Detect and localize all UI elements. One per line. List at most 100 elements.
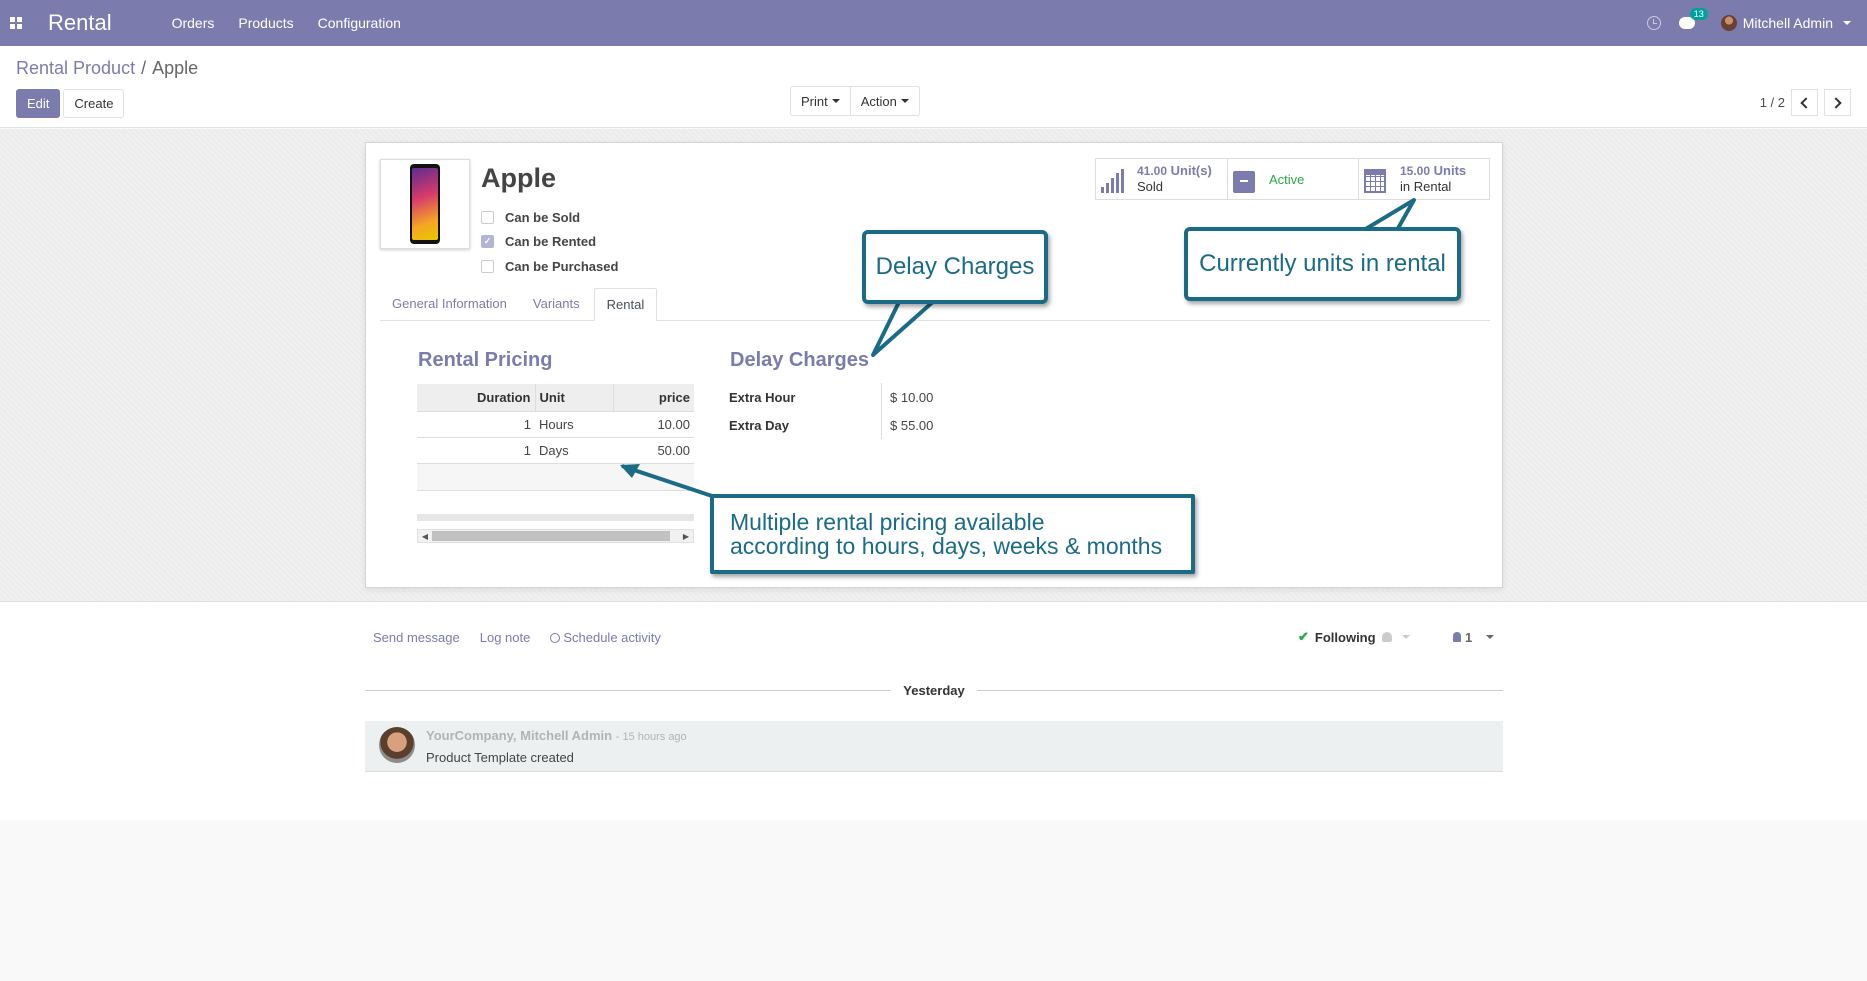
tab-general-information[interactable]: General Information [380,288,519,320]
can-be-rented-checkbox[interactable]: ✓ [481,235,494,249]
horizontal-scrollbar[interactable]: ◀ ▶ [417,529,694,543]
pager-previous-button[interactable] [1791,89,1818,116]
tab-rental[interactable]: Rental [593,288,658,321]
chevron-down-icon [900,99,909,103]
systray: 13 Mitchell Admin [1646,8,1867,31]
bar-chart-icon [1101,165,1129,193]
archive-icon-wrap [1233,165,1261,193]
schedule-activity-button[interactable]: Schedule activity [550,630,661,645]
user-avatar [1720,15,1737,31]
breadcrumb-separator: / [141,58,147,78]
active-label: Active [1269,171,1305,187]
chevron-down-icon[interactable] [1401,635,1410,639]
menu-configuration[interactable]: Configuration [306,0,413,46]
table-footer-bar [417,514,694,521]
user-name: Mitchell Admin [1742,15,1833,31]
chatter-message: YourCompany, Mitchell Admin - 15 hours a… [365,721,1503,772]
extra-hour-value[interactable]: $ 10.00 [881,383,933,411]
log-note-button[interactable]: Log note [480,630,531,645]
avatar[interactable] [379,727,415,763]
top-navbar: Rental Orders Products Configuration 13 … [0,0,1867,46]
phone-image [410,164,440,244]
pager-next-button[interactable] [1824,89,1851,116]
apps-grid-icon[interactable] [0,0,32,46]
create-button[interactable]: Create [63,89,125,118]
send-message-button[interactable]: Send message [373,630,460,645]
extra-day-value[interactable]: $ 55.00 [881,411,933,439]
multi-pricing-line2: according to hours, days, weeks & months [730,533,1163,559]
duration-cell: 1 [417,436,535,463]
person-icon [1453,632,1461,642]
price-cell: 50.00 [613,436,694,463]
extra-day-label: Extra Day [729,417,789,433]
app-title[interactable]: Rental [48,10,112,36]
tab-variants[interactable]: Variants [521,288,592,320]
chevron-down-icon [1486,635,1495,639]
pager-value[interactable]: 1 / 2 [1760,95,1785,110]
scrollbar-thumb[interactable] [432,531,670,541]
active-toggle-button[interactable]: Active [1227,159,1358,199]
product-name[interactable]: Apple [481,163,556,194]
sold-value: 41.00 [1137,164,1168,178]
print-dropdown[interactable]: Print [790,86,851,116]
user-menu[interactable]: Mitchell Admin [1720,15,1851,31]
messaging-menu[interactable]: 13 [1678,8,1708,29]
extra-day-row: Extra Day $ 55.00 [729,411,933,439]
form-buttons: Edit Create [16,89,125,118]
check-icon: ✔ [1298,629,1309,644]
breadcrumb-current: Apple [152,58,199,78]
calendar-icon-wrap [1364,165,1392,193]
can-be-purchased-label: Can be Purchased [505,258,619,274]
followers-count: 1 [1465,629,1473,645]
price-cell: 10.00 [613,410,694,437]
column-price[interactable]: price [612,384,694,411]
action-dropdown[interactable]: Action [850,86,920,116]
message-author-name[interactable]: YourCompany, Mitchell Admin [426,728,612,743]
print-label: Print [801,93,828,109]
action-dropdowns: Print Action [790,86,920,116]
chatter-topbar: Send message Log note Schedule activity … [365,622,1503,652]
can-be-purchased-checkbox[interactable] [481,259,494,273]
sold-label: Sold [1137,179,1164,194]
sold-unit: Unit(s) [1170,163,1212,178]
chevron-right-icon [1830,96,1842,109]
product-image[interactable] [380,159,470,249]
product-options: Can be Sold ✓ Can be Rented Can be Purch… [481,205,618,279]
unit-cell: Hours [535,410,613,437]
followers-button[interactable]: 1 [1453,622,1495,652]
can-be-purchased-row: Can be Purchased [481,254,618,279]
sold-stat-button[interactable]: 41.00 Unit(s) Sold [1096,159,1227,199]
main-menu: Orders Products Configuration [160,0,413,46]
chevron-left-icon [1800,96,1812,109]
column-duration[interactable]: Duration [417,384,535,411]
scroll-left-arrow-icon[interactable]: ◀ [418,530,432,542]
table-row[interactable]: 1 Hours 10.00 [417,410,694,437]
date-separator-label: Yesterday [903,682,965,698]
message-author: YourCompany, Mitchell Admin - 15 hours a… [426,728,687,743]
scroll-right-arrow-icon[interactable]: ▶ [679,530,693,542]
can-be-sold-checkbox[interactable] [481,210,494,224]
column-unit[interactable]: Unit [534,384,613,411]
breadcrumb-parent[interactable]: Rental Product [16,58,135,78]
can-be-sold-label: Can be Sold [505,209,581,225]
rental-unit: Units [1433,163,1467,178]
following-button[interactable]: ✔ Following [1298,622,1410,652]
page-footer-area [0,820,1867,981]
smart-buttons: 41.00 Unit(s) Sold Active 15.00 Units in… [1095,158,1490,200]
message-time: - 15 hours ago [615,731,687,743]
edit-button[interactable]: Edit [16,89,61,118]
bell-icon[interactable] [1381,632,1392,642]
menu-products[interactable]: Products [226,0,305,46]
duration-cell: 1 [417,410,535,437]
control-panel: Rental Product / Apple Edit Create Print A… [0,46,1867,128]
can-be-sold-row: Can be Sold [481,205,618,230]
in-rental-stat-button[interactable]: 15.00 Units in Rental [1358,159,1489,199]
multi-pricing-callout: Multiple rental pricing available accord… [710,494,1195,574]
schedule-activity-label: Schedule activity [563,629,661,645]
activity-clock-icon[interactable] [1646,16,1661,30]
delay-charges-fields: Extra Hour $ 10.00 Extra Day $ 55.00 [729,383,933,439]
following-label: Following [1314,629,1376,645]
menu-orders[interactable]: Orders [160,0,227,46]
table-row[interactable]: 1 Days 50.00 [417,436,694,463]
delay-charges-callout: Delay Charges [862,230,1048,304]
